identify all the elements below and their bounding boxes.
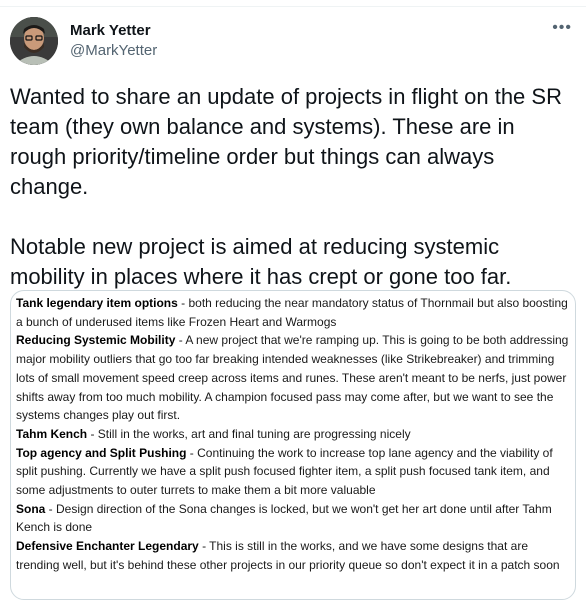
note-item: Top agency and Split Pushing - Continuin… [16, 444, 570, 500]
more-horizontal-icon[interactable]: ••• [552, 19, 572, 37]
author-handle[interactable]: @MarkYetter [70, 42, 157, 59]
note-title: Sona [16, 501, 46, 516]
note-title: Defensive Enchanter Legendary [16, 539, 199, 554]
note-body: - Still in the works, art and final tuni… [87, 426, 411, 441]
note-title: Reducing Systemic Mobility [16, 333, 176, 348]
note-title: Top agency and Split Pushing [16, 445, 187, 460]
avatar-photo-icon [10, 17, 58, 65]
note-item: Defensive Enchanter Legendary - This is … [16, 537, 570, 574]
author-name[interactable]: Mark Yetter [70, 22, 151, 39]
project-notes: Tank legendary item options - both reduc… [16, 294, 570, 575]
note-title: Tank legendary item options [16, 296, 178, 310]
note-item: Sona - Design direction of the Sona chan… [16, 500, 570, 537]
tweet-header: Mark Yetter @MarkYetter ••• [10, 17, 576, 67]
note-body: - Design direction of the Sona changes i… [16, 501, 552, 535]
tweet-paragraph-1: Wanted to share an update of projects in… [10, 84, 569, 199]
attached-image[interactable]: Tank legendary item options - both reduc… [10, 290, 576, 600]
note-item: Tahm Kench - Still in the works, art and… [16, 425, 570, 444]
note-item: Reducing Systemic Mobility - A new proje… [16, 331, 570, 425]
top-divider [0, 6, 586, 7]
note-item: Tank legendary item options - both reduc… [16, 294, 570, 331]
tweet-paragraph-2: Notable new project is aimed at reducing… [10, 234, 512, 289]
avatar[interactable] [10, 17, 58, 65]
tweet-text: Wanted to share an update of projects in… [10, 82, 576, 292]
note-title: Tahm Kench [16, 426, 88, 441]
